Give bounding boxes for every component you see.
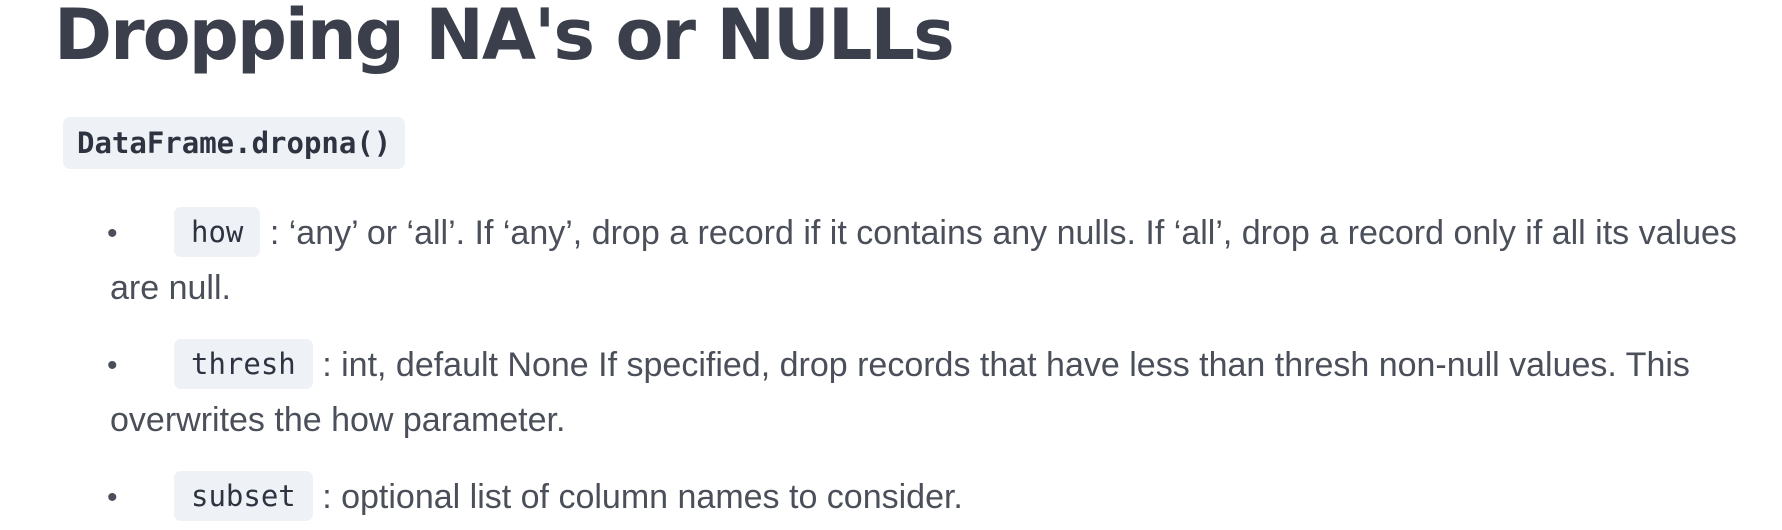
- bullet-icon: •: [107, 217, 118, 250]
- param-name-code: how: [174, 207, 261, 258]
- param-description: : optional list of column names to consi…: [312, 478, 963, 516]
- bullet-icon: •: [107, 481, 118, 514]
- page-title: Dropping NA's or NULLs: [54, 0, 955, 76]
- bullet-icon: •: [107, 349, 118, 382]
- param-name-code: subset: [174, 471, 313, 522]
- list-item: • subset : optional list of column names …: [107, 470, 1750, 525]
- list-item: • how : ‘any’ or ‘all’. If ‘any’, drop a …: [107, 206, 1750, 316]
- param-description: : ‘any’ or ‘all’. If ‘any’, drop a recor…: [110, 214, 1737, 307]
- parameter-list: • how : ‘any’ or ‘all’. If ‘any’, drop a …: [107, 206, 1750, 530]
- method-signature-code: DataFrame.dropna(): [63, 117, 406, 169]
- param-description: : int, default None If specified, drop r…: [110, 346, 1690, 439]
- param-name-code: thresh: [174, 339, 313, 390]
- list-item: • thresh : int, default None If specified…: [107, 338, 1750, 448]
